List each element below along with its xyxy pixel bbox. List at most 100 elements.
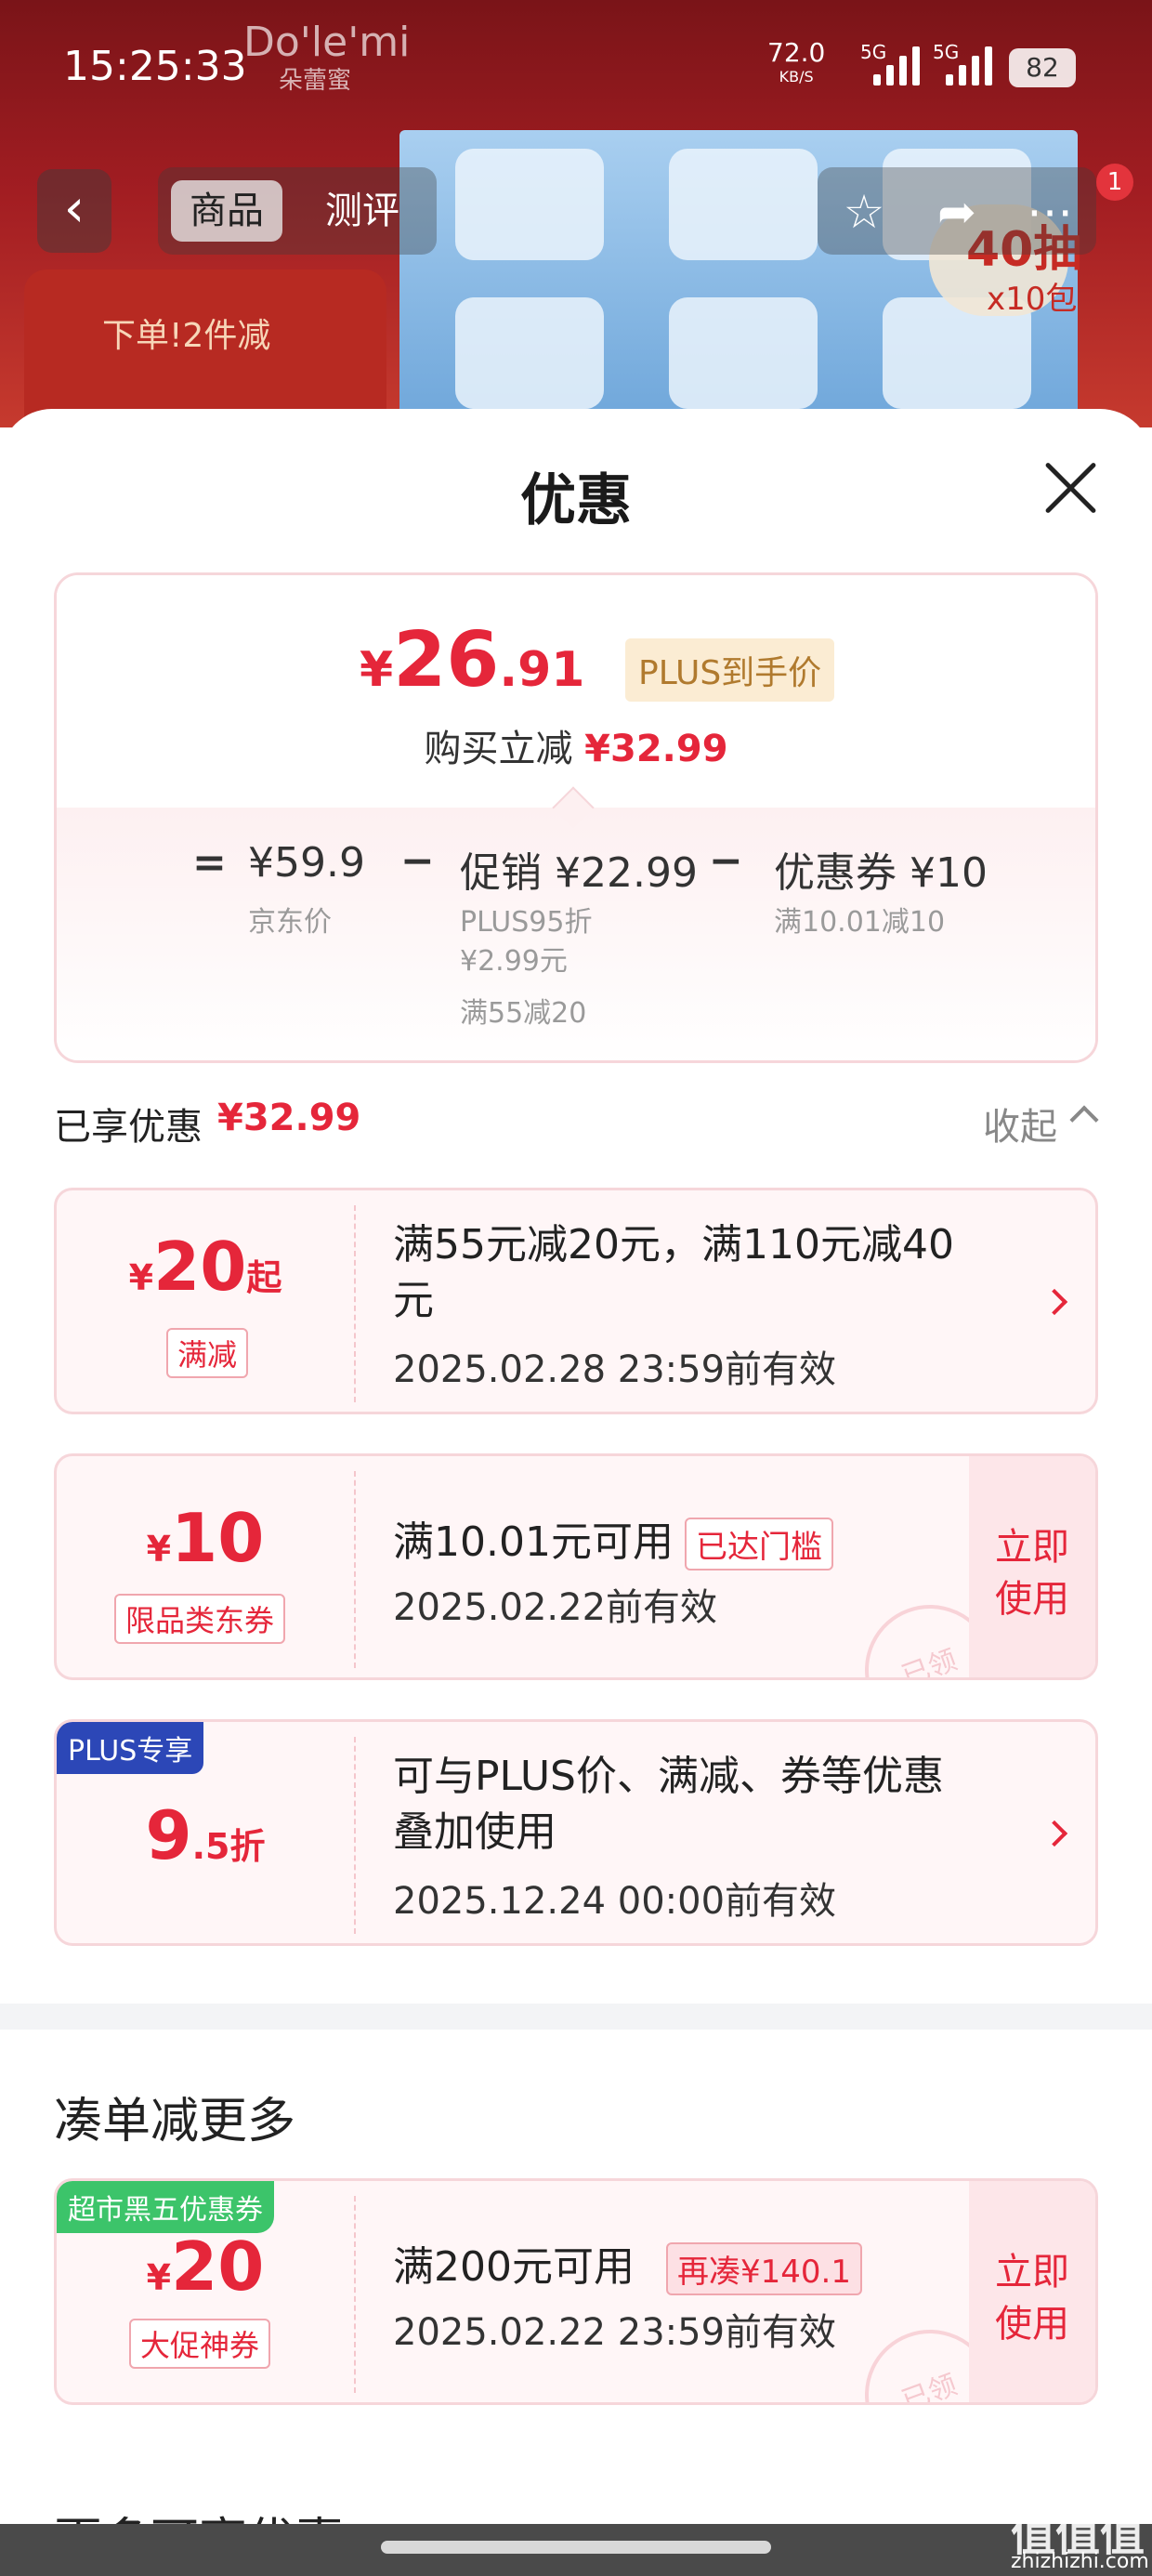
network-speed: 72.0 KB/S xyxy=(767,40,825,89)
use-coupon-label-1: 立即 xyxy=(995,2251,1069,2293)
coupon-currency: ¥ xyxy=(146,2257,172,2298)
section-title-more-savings: 凑单减更多 xyxy=(54,2094,296,2149)
coupon-description: 满200元可用 xyxy=(393,2243,635,2291)
coupon-description-cont: 叠加使用 xyxy=(393,1808,556,1856)
coupon-divider xyxy=(354,2196,356,2393)
signal-icon xyxy=(873,46,929,85)
coupon-full-reduction[interactable]: ¥20起 满减 满55元减20元，满110元减40 元 2025.02.28 2… xyxy=(54,1188,1098,1414)
product-pack xyxy=(455,149,604,260)
chevron-left-icon: ‹ xyxy=(63,178,85,239)
minus-sign: − xyxy=(400,837,435,885)
coupon-amount-value: 9 xyxy=(145,1796,192,1874)
product-pack xyxy=(669,297,818,409)
use-coupon-button[interactable]: 立即 使用 xyxy=(969,1456,1095,1677)
coupon-expiry: 2025.02.22前有效 xyxy=(393,1586,718,1629)
pack-count-sub: x10包 xyxy=(987,281,1078,318)
coupon-expiry: 2025.12.24 00:00前有效 xyxy=(393,1880,837,1923)
back-button[interactable]: ‹ xyxy=(37,169,111,253)
collapse-button[interactable]: 收起 xyxy=(983,1097,1057,1150)
star-icon[interactable]: ☆ xyxy=(836,184,892,240)
use-coupon-label-2: 使用 xyxy=(995,1578,1069,1621)
promo-value: 促销 ¥22.99 xyxy=(460,849,698,897)
enjoyed-discount-amount: ¥32.99 xyxy=(217,1097,361,1139)
coupon-value: 优惠券 ¥10 xyxy=(774,849,988,897)
minus-sign: − xyxy=(709,837,743,885)
network-speed-value: 72.0 xyxy=(767,37,826,68)
coupon-amount-area: ¥20 大促神券 xyxy=(57,2181,354,2402)
coupon-amount-suffix: .5折 xyxy=(191,1826,266,1867)
watermark-url: zhizhizhi.com xyxy=(1011,2550,1149,2573)
promo-sub-plus: PLUS95折 xyxy=(460,906,593,939)
buy-discount-line: 购买立减 ¥32.99 xyxy=(57,718,1095,772)
notification-badge: 1 xyxy=(1096,164,1133,201)
jd-price: ¥59.9 xyxy=(248,839,365,887)
product-pack xyxy=(455,297,604,409)
coupon-description: 满10.01元可用 xyxy=(393,1518,674,1566)
network-speed-unit: KB/S xyxy=(779,68,814,85)
share-icon[interactable]: ➦ xyxy=(929,184,985,240)
battery-icon: 82 xyxy=(1009,48,1076,87)
coupon-divider xyxy=(354,1205,356,1402)
coupon-type-label: 满减 xyxy=(166,1328,249,1378)
chevron-up-icon[interactable] xyxy=(1069,1105,1099,1135)
section-divider xyxy=(0,2004,1152,2030)
more-icon[interactable]: ⋯ xyxy=(1022,184,1078,240)
tab-review[interactable]: 测评 xyxy=(307,180,418,242)
coupon-type-label: 限品类东券 xyxy=(114,1594,286,1644)
equals-sign: = xyxy=(192,839,227,887)
coupon-amount-area: ¥10 限品类东券 xyxy=(57,1456,354,1677)
jd-price-label: 京东价 xyxy=(248,906,332,939)
coupon-amount-value: 20 xyxy=(153,1228,247,1306)
final-price-dec: .91 xyxy=(499,642,585,698)
promo-sub-amount: ¥2.99元 xyxy=(460,945,568,978)
coupon-expiry: 2025.02.22 23:59前有效 xyxy=(393,2311,837,2354)
coupon-amount-suffix: 起 xyxy=(246,1257,282,1298)
coupon-divider xyxy=(354,1737,356,1934)
close-icon[interactable] xyxy=(1041,457,1100,517)
sheet-title: 优惠 xyxy=(520,468,632,533)
discount-sheet: 优惠 ¥26.91 PLUS到手价 购买立减 ¥32.99 = ¥59.9 京东… xyxy=(0,409,1152,2576)
final-price-int: 26 xyxy=(393,616,500,704)
use-coupon-button[interactable]: 立即 使用 xyxy=(969,2181,1095,2402)
coupon-currency: ¥ xyxy=(146,1529,172,1570)
coupon-plus[interactable]: PLUS专享 9.5折 可与PLUS价、满减、券等优惠 叠加使用 2025.12… xyxy=(54,1719,1098,1946)
coupon-category: ¥10 限品类东券 满10.01元可用 已达门槛 2025.02.22前有效 已… xyxy=(54,1453,1098,1680)
final-price: ¥26.91 xyxy=(360,616,584,704)
price-breakdown-card: ¥26.91 PLUS到手价 购买立减 ¥32.99 = ¥59.9 京东价 −… xyxy=(54,572,1098,1063)
coupon-divider xyxy=(354,1471,356,1668)
coupon-amount-value: 20 xyxy=(171,2228,265,2306)
threshold-reached-tag: 已达门槛 xyxy=(685,1518,833,1571)
status-time: 15:25:33 xyxy=(63,43,247,90)
coupon-supermarket: 超市黑五优惠券 ¥20 大促神券 满200元可用 再凑¥140.1 2025.0… xyxy=(54,2178,1098,2405)
use-coupon-label-1: 立即 xyxy=(995,1526,1069,1569)
brand-text: Do'le'mi xyxy=(243,19,411,66)
brand-sub: 朵蕾蜜 xyxy=(279,67,352,95)
price-formula: = ¥59.9 京东价 − 促销 ¥22.99 PLUS95折 ¥2.99元 满… xyxy=(57,808,1095,1060)
coupon-currency: ¥ xyxy=(128,1257,154,1298)
promo-sub-full-reduction: 满55减20 xyxy=(460,997,587,1030)
tab-product[interactable]: 商品 xyxy=(171,180,282,242)
product-tabs: 商品 测评 xyxy=(158,167,437,255)
home-indicator[interactable] xyxy=(381,2541,771,2554)
coupon-description-cont: 元 xyxy=(393,1277,434,1324)
add-more-tag: 再凑¥140.1 xyxy=(666,2242,862,2295)
plus-price-tag: PLUS到手价 xyxy=(625,638,835,702)
coupon-condition: 满10.01减10 xyxy=(774,906,946,939)
final-price-currency: ¥ xyxy=(360,642,394,698)
coupon-amount-value: 10 xyxy=(171,1499,265,1577)
coupon-amount: ¥20起 xyxy=(57,1228,354,1306)
chevron-right-icon xyxy=(1041,1820,1068,1847)
coupon-amount: ¥10 xyxy=(57,1499,354,1577)
coupon-description: 满55元减20元，满110元减40 xyxy=(393,1221,954,1268)
coupon-amount: 9.5折 xyxy=(57,1796,354,1874)
promo-banner-text: 下单!2件减 xyxy=(102,317,271,355)
coupon-type-label: 大促神券 xyxy=(129,2319,271,2369)
use-coupon-label-2: 使用 xyxy=(995,2303,1069,2346)
buy-discount-label: 购买立减 xyxy=(424,728,573,770)
signal-icon xyxy=(946,46,1001,85)
coupon-amount-area: 9.5折 xyxy=(57,1722,354,1943)
nav-actions: ☆ ➦ ⋯ xyxy=(818,167,1096,255)
price-summary: ¥26.91 PLUS到手价 购买立减 ¥32.99 xyxy=(57,575,1095,808)
coupon-amount-area: ¥20起 满减 xyxy=(57,1190,354,1412)
product-pack xyxy=(669,149,818,260)
